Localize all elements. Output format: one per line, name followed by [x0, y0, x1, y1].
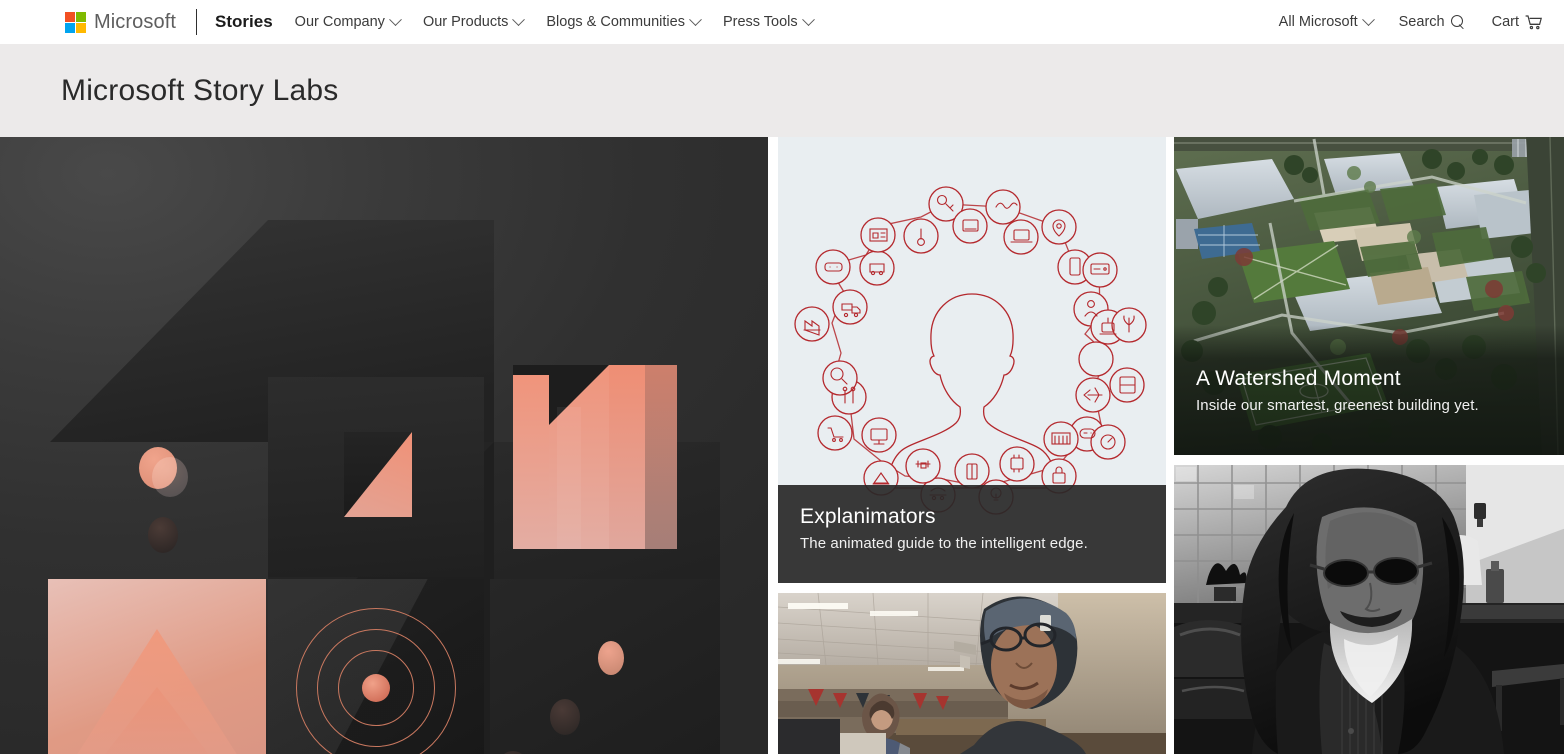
- explanimators-caption: Explanimators The animated guide to the …: [778, 485, 1166, 583]
- nav-item-all-microsoft[interactable]: All Microsoft: [1278, 12, 1375, 30]
- hero-dot-dark-lower: [148, 517, 178, 553]
- hero-dot-dark-upper: [152, 457, 188, 497]
- logo-square-yellow: [76, 22, 86, 33]
- nav-links: Our Company Our Products Blogs & Communi…: [294, 12, 815, 30]
- hero-dot-dim-right: [550, 699, 580, 735]
- tile-microsoft-story-labs-hero[interactable]: [0, 137, 768, 754]
- students-photo: [778, 593, 1166, 754]
- search-label: Search: [1398, 14, 1445, 30]
- hero-dark-square-right: [490, 579, 720, 754]
- watershed-subtitle: Inside our smartest, greenest building y…: [1196, 397, 1479, 415]
- logo-square-green: [76, 11, 86, 22]
- explanimators-subtitle: The animated guide to the intelligent ed…: [800, 535, 1088, 553]
- portrait-photo: [1174, 465, 1564, 754]
- cart-icon: [1525, 14, 1542, 30]
- chevron-down-icon: [389, 12, 402, 26]
- microsoft-wordmark: Microsoft: [94, 11, 177, 33]
- page-title: Microsoft Story Labs: [61, 73, 339, 107]
- nav-item-blogs-communities-label: Blogs & Communities: [546, 14, 685, 30]
- tile-a-watershed-moment[interactable]: A Watershed Moment Inside our smartest, …: [1174, 137, 1564, 455]
- hero-triangle-tile: [344, 432, 412, 517]
- nav-item-our-products-label: Our Products: [422, 14, 509, 30]
- cart-label: Cart: [1491, 14, 1519, 30]
- nav-item-press-tools[interactable]: Press Tools: [722, 12, 815, 30]
- logo-square-red: [65, 11, 75, 22]
- hero-ring-center-dot: [362, 674, 390, 702]
- tile-explanimators[interactable]: Explanimators The animated guide to the …: [778, 137, 1166, 583]
- watershed-caption: A Watershed Moment Inside our smartest, …: [1174, 325, 1564, 455]
- explanimators-title: Explanimators: [800, 505, 936, 528]
- microsoft-logo-link[interactable]: Microsoft: [65, 11, 177, 33]
- chevron-down-icon: [689, 12, 702, 26]
- nav-item-blogs-communities[interactable]: Blogs & Communities: [546, 12, 702, 30]
- hero-dot-coral-right: [598, 641, 624, 675]
- nav-right-utilities: All Microsoft Search Cart: [1278, 12, 1564, 30]
- tile-students-workshop-photo[interactable]: [778, 593, 1166, 754]
- tile-bearded-man-portrait[interactable]: [1174, 465, 1564, 754]
- cart-button[interactable]: Cart: [1492, 14, 1542, 30]
- story-tile-grid: Explanimators The animated guide to the …: [0, 137, 1564, 754]
- search-button[interactable]: Search: [1399, 14, 1466, 30]
- hero-coral-square: [48, 579, 266, 754]
- chevron-down-icon: [512, 12, 526, 26]
- watershed-title: A Watershed Moment: [1196, 367, 1401, 390]
- page-title-bar: Microsoft Story Labs: [0, 44, 1564, 137]
- hero-triangle-shape: [344, 432, 412, 517]
- hero-ring-square: [268, 579, 484, 754]
- logo-square-blue: [65, 22, 75, 33]
- nav-item-our-company[interactable]: Our Company: [294, 12, 402, 30]
- chevron-down-icon: [1361, 12, 1375, 26]
- nav-item-our-company-label: Our Company: [294, 14, 385, 30]
- hero-bar-chart-shape: [513, 365, 677, 549]
- search-icon: [1450, 14, 1466, 30]
- nav-brand-stories[interactable]: Stories: [215, 12, 273, 32]
- nav-divider: [196, 9, 198, 35]
- nav-item-press-tools-label: Press Tools: [722, 14, 798, 30]
- nav-item-our-products[interactable]: Our Products: [422, 12, 526, 30]
- nav-item-all-microsoft-label: All Microsoft: [1278, 14, 1358, 30]
- microsoft-logo-icon: [65, 11, 86, 33]
- global-nav: Microsoft Stories Our Company Our Produc…: [0, 0, 1564, 44]
- chevron-down-icon: [801, 12, 815, 26]
